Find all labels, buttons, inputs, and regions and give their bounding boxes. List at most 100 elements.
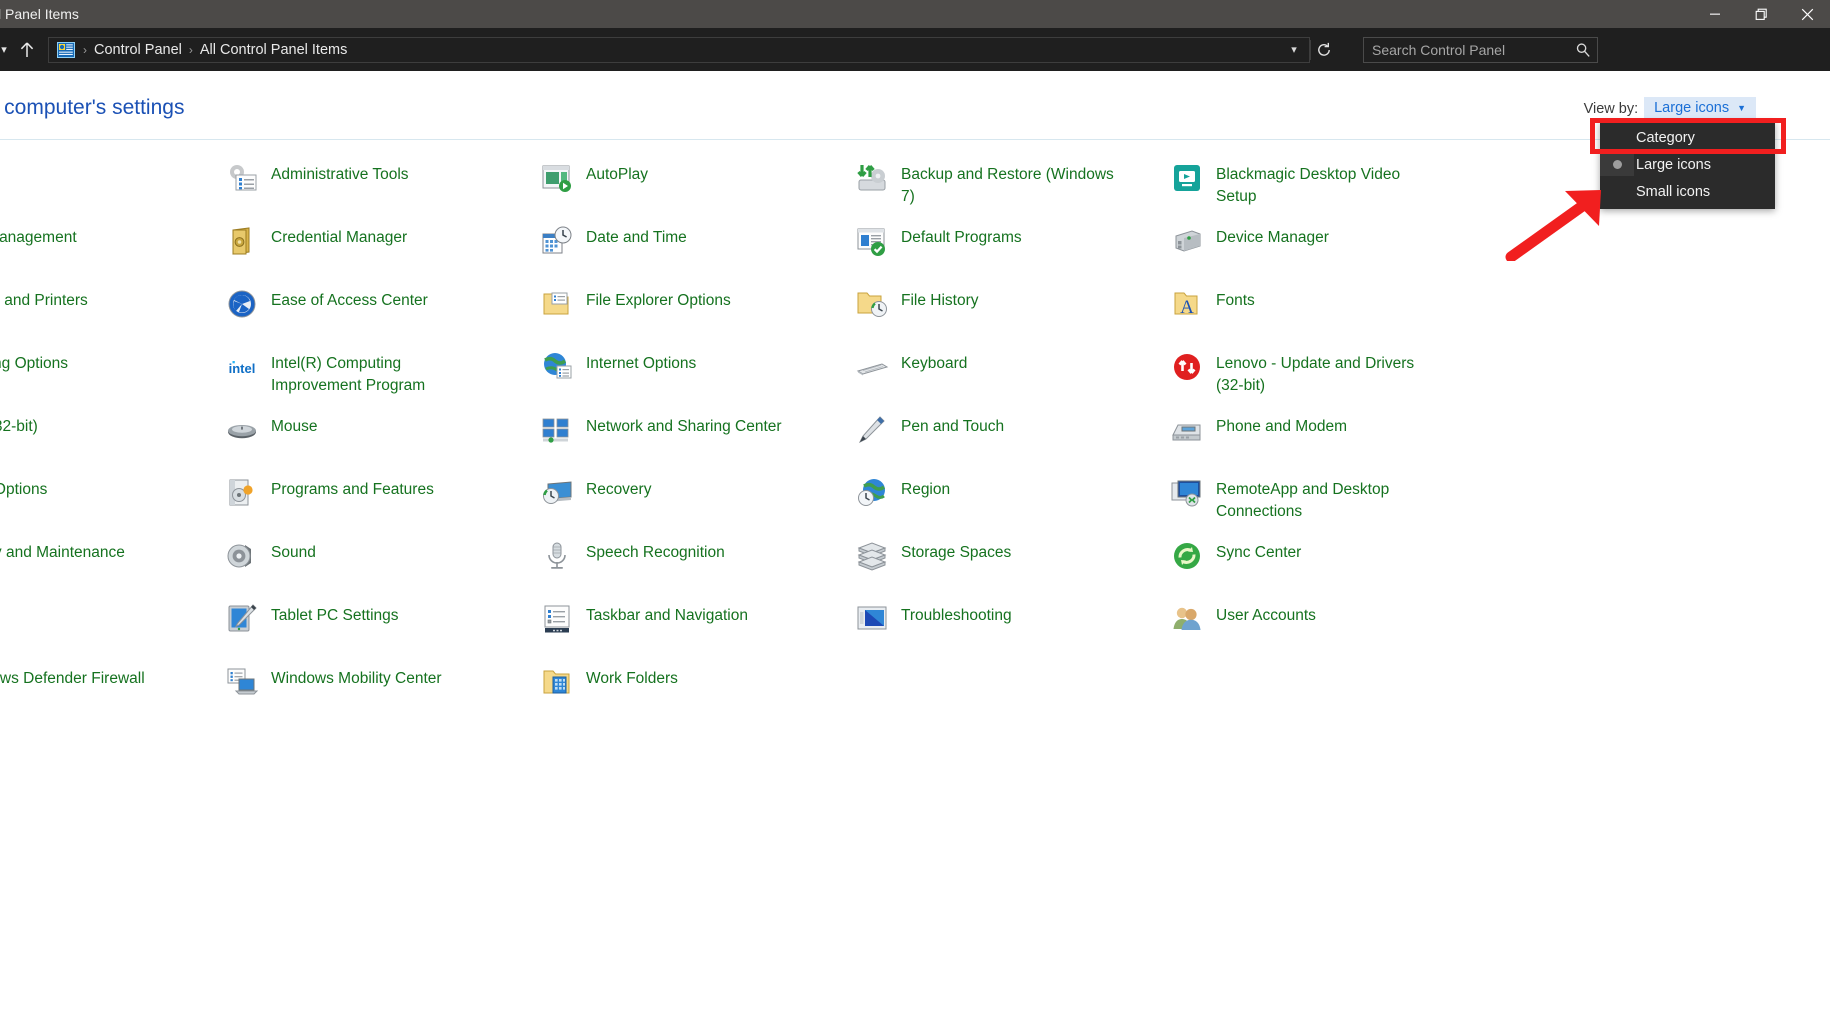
region-icon	[855, 476, 889, 510]
blackmagic-icon	[1170, 161, 1204, 195]
list-item[interactable]: Internet Options	[540, 344, 855, 407]
breadcrumb[interactable]: › Control Panel › All Control Panel Item…	[48, 36, 1310, 63]
list-item[interactable]: Credential Manager	[225, 218, 540, 281]
chevron-down-icon: ▼	[1737, 102, 1746, 113]
list-item[interactable]: Pen and Touch	[855, 407, 1170, 470]
list-item[interactable]: Speech Recognition	[540, 533, 855, 596]
breadcrumb-all-control-panel-items[interactable]: All Control Panel Items	[195, 42, 352, 58]
list-item[interactable]: AutoPlay	[540, 155, 855, 218]
list-item[interactable]: RemoteApp and Desktop Connections	[1170, 470, 1485, 533]
list-item[interactable]: Administrative Tools	[225, 155, 540, 218]
list-item[interactable]: Date and Time	[540, 218, 855, 281]
list-item-label: Taskbar and Navigation	[586, 607, 748, 624]
list-item[interactable]: File Explorer Options	[540, 281, 855, 344]
list-item-label: Recovery	[586, 481, 652, 498]
list-item-label: Mouse	[271, 418, 318, 435]
list-item[interactable]: Taskbar and Navigation	[540, 596, 855, 659]
list-item[interactable]: Windows Mobility Center	[225, 659, 540, 722]
internet-options-icon	[540, 350, 574, 384]
list-item-label: RemoteApp and Desktop Connections	[1216, 481, 1390, 520]
list-item[interactable]: Region	[855, 470, 1170, 533]
list-item[interactable]: Sync Center	[1170, 533, 1485, 596]
page-title: our computer's settings	[0, 96, 185, 119]
menu-item-category[interactable]: Category	[1600, 124, 1775, 151]
list-item[interactable]: Work Folders	[540, 659, 855, 722]
list-item[interactable]: Mail (32-bit)	[0, 407, 225, 470]
list-item[interactable]: intel Intel(R) Computing Improvement Pro…	[225, 344, 540, 407]
list-item[interactable]: Backup and Restore (Windows 7)	[855, 155, 1170, 218]
menu-item-large-icons[interactable]: Large icons	[1600, 151, 1775, 178]
chevron-down-icon[interactable]: ▾	[0, 28, 12, 71]
sync-center-icon	[1170, 539, 1204, 573]
title-bar: l Panel Items	[0, 0, 1830, 28]
user-accounts-icon	[1170, 602, 1204, 636]
list-item[interactable]: Recovery	[540, 470, 855, 533]
list-item[interactable]: intel ndexing Options	[0, 344, 225, 407]
list-item[interactable]: Lenovo - Update and Drivers (32-bit)	[1170, 344, 1485, 407]
storage-spaces-icon	[855, 539, 889, 573]
list-item[interactable]: Storage Spaces	[855, 533, 1170, 596]
list-item[interactable]: Troubleshooting	[855, 596, 1170, 659]
list-item[interactable]: A Fonts	[1170, 281, 1485, 344]
list-item[interactable]: 32-bit)	[0, 155, 225, 218]
list-item-label: Fonts	[1216, 292, 1255, 309]
refresh-icon[interactable]	[1311, 42, 1337, 58]
list-item[interactable]: Default Programs	[855, 218, 1170, 281]
list-item[interactable]: Ease of Access Center	[225, 281, 540, 344]
list-item[interactable]: Device Manager	[1170, 218, 1485, 281]
list-item[interactable]: ecurity and Maintenance	[0, 533, 225, 596]
list-item-label: User Accounts	[1216, 607, 1316, 624]
list-item[interactable]: Mouse	[225, 407, 540, 470]
tablet-pc-icon	[225, 602, 259, 636]
radio-selected-icon	[1600, 153, 1634, 176]
list-item-label: File Explorer Options	[586, 292, 731, 309]
list-item[interactable]: evices and Printers	[0, 281, 225, 344]
view-by-combobox[interactable]: Large icons ▼	[1644, 97, 1756, 120]
windows-mobility-icon	[225, 665, 259, 699]
breadcrumb-separator-2: ›	[188, 42, 193, 57]
mouse-icon	[225, 413, 259, 447]
admin-tools-icon	[225, 161, 259, 195]
list-item[interactable]: File History	[855, 281, 1170, 344]
speech-recognition-icon	[540, 539, 574, 573]
list-item-label: evices and Printers	[0, 292, 88, 309]
list-item[interactable]: Programs and Features	[225, 470, 540, 533]
maximize-restore-button[interactable]	[1738, 0, 1784, 28]
list-item[interactable]: Network and Sharing Center	[540, 407, 855, 470]
work-folders-icon	[540, 665, 574, 699]
list-item-label: Network and Sharing Center	[586, 418, 782, 435]
list-item[interactable]: Blackmagic Desktop Video Setup	[1170, 155, 1485, 218]
menu-bullet-empty	[1600, 127, 1634, 149]
list-item[interactable]: ystem	[0, 596, 225, 659]
list-item-label: Date and Time	[586, 229, 687, 246]
ease-of-access-icon	[225, 287, 259, 321]
search-box[interactable]	[1363, 36, 1598, 63]
close-button[interactable]	[1784, 0, 1830, 28]
list-item[interactable]: Sound	[225, 533, 540, 596]
list-item[interactable]: ower Options	[0, 470, 225, 533]
list-item[interactable]: Keyboard	[855, 344, 1170, 407]
control-panel-items-grid: 32-bit) Administrative Tools	[0, 155, 1520, 722]
list-item-label: Device Manager	[1216, 229, 1329, 246]
default-programs-icon	[855, 224, 889, 258]
intel-icon: intel	[225, 350, 259, 384]
search-input[interactable]	[1370, 40, 1575, 59]
minimize-button[interactable]	[1692, 0, 1738, 28]
list-item[interactable]: Phone and Modem	[1170, 407, 1485, 470]
breadcrumb-control-panel[interactable]: Control Panel	[89, 42, 187, 58]
search-icon[interactable]	[1575, 42, 1591, 58]
list-item-label: Ease of Access Center	[271, 292, 428, 309]
list-item-label: Credential Manager	[271, 229, 408, 246]
list-item[interactable]: Tablet PC Settings	[225, 596, 540, 659]
menu-item-small-icons[interactable]: Small icons	[1600, 178, 1775, 205]
list-item[interactable]: User Accounts	[1170, 596, 1485, 659]
list-item-label: ecurity and Maintenance	[0, 544, 125, 561]
list-item-label: Blackmagic Desktop Video Setup	[1216, 166, 1401, 205]
breadcrumb-separator: ›	[83, 42, 87, 57]
list-item-label: AutoPlay	[586, 166, 649, 183]
list-item[interactable]: olor Management	[0, 218, 225, 281]
breadcrumb-dropdown-icon[interactable]: ▾	[1283, 43, 1305, 56]
list-item[interactable]: Windows Defender Firewall	[0, 659, 225, 722]
up-arrow-icon[interactable]	[12, 28, 42, 71]
window-title: l Panel Items	[0, 6, 79, 22]
